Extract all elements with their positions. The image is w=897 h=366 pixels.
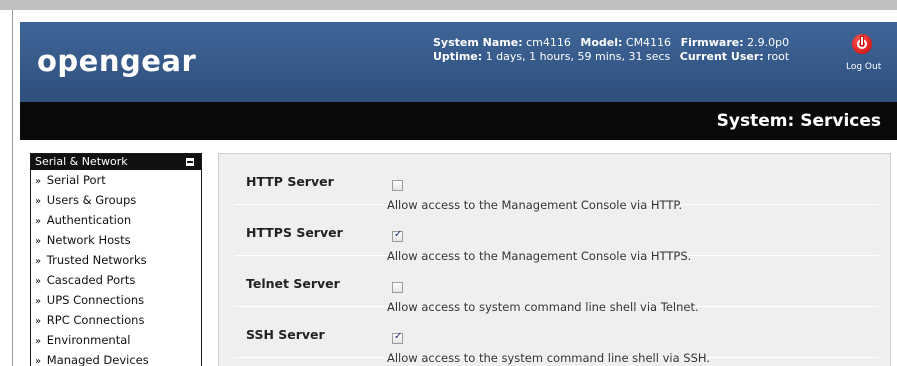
- sidebar: Serial & Network » Serial Port » Users &…: [30, 153, 202, 366]
- system-name-value: cm4116: [526, 36, 571, 49]
- sidebar-item-label: Trusted Networks: [46, 253, 147, 267]
- uptime-value: 1 days, 1 hours, 59 mins, 31 secs: [485, 50, 671, 63]
- arrow-icon: »: [35, 336, 42, 347]
- https-server-checkbox[interactable]: [392, 229, 403, 242]
- sidebar-item-ups-connections[interactable]: » UPS Connections: [31, 290, 201, 310]
- arrow-icon: »: [35, 256, 42, 267]
- current-user-label: Current User:: [679, 50, 764, 63]
- sidebar-item-users-groups[interactable]: » Users & Groups: [31, 190, 201, 210]
- collapse-icon[interactable]: [186, 158, 194, 166]
- sidebar-item-label: RPC Connections: [46, 313, 145, 327]
- arrow-icon: »: [35, 216, 42, 227]
- sidebar-item-label: Serial Port: [46, 173, 106, 187]
- arrow-icon: »: [35, 176, 42, 187]
- service-label: HTTP Server: [246, 174, 334, 189]
- model-label: Model:: [580, 36, 623, 49]
- sidebar-item-label: Cascaded Ports: [46, 273, 136, 287]
- system-info: System Name: cm4116 Model: CM4116 Firmwa…: [433, 36, 789, 64]
- service-label: Telnet Server: [246, 276, 340, 291]
- arrow-icon: »: [35, 316, 42, 327]
- title-bar: System: Services: [20, 102, 897, 140]
- system-info-line-2: Uptime: 1 days, 1 hours, 59 mins, 31 sec…: [433, 50, 789, 64]
- sidebar-item-cascaded-ports[interactable]: » Cascaded Ports: [31, 270, 201, 290]
- sidebar-section-header[interactable]: Serial & Network: [31, 154, 201, 170]
- model-value: CM4116: [625, 36, 672, 49]
- sidebar-item-authentication[interactable]: » Authentication: [31, 210, 201, 230]
- system-name-label: System Name:: [433, 36, 523, 49]
- sidebar-item-label: Authentication: [46, 213, 132, 227]
- firmware-value: 2.9.0p0: [747, 36, 790, 49]
- sidebar-item-trusted-networks[interactable]: » Trusted Networks: [31, 250, 201, 270]
- sidebar-menu: » Serial Port » Users & Groups » Authent…: [31, 170, 201, 366]
- service-label: HTTPS Server: [246, 225, 343, 240]
- sidebar-item-label: Network Hosts: [46, 233, 131, 247]
- arrow-icon: »: [35, 196, 42, 207]
- sidebar-item-serial-port[interactable]: » Serial Port: [31, 170, 201, 190]
- arrow-icon: »: [35, 356, 42, 366]
- arrow-icon: »: [35, 296, 42, 307]
- browser-top-strip: [0, 0, 897, 10]
- system-info-line-1: System Name: cm4116 Model: CM4116 Firmwa…: [433, 36, 789, 50]
- sidebar-item-label: Users & Groups: [46, 193, 137, 207]
- current-user-value: root: [767, 50, 790, 63]
- arrow-icon: »: [35, 276, 42, 287]
- sidebar-item-environmental[interactable]: » Environmental: [31, 330, 201, 350]
- service-label: SSH Server: [246, 327, 325, 342]
- http-server-checkbox[interactable]: [392, 180, 403, 191]
- services-panel: HTTP Server Allow access to the Manageme…: [218, 153, 891, 366]
- service-row-https: HTTPS Server Allow access to the Managem…: [234, 205, 879, 263]
- opengear-logo: opengear: [37, 44, 197, 78]
- sidebar-item-network-hosts[interactable]: » Network Hosts: [31, 230, 201, 250]
- firmware-label: Firmware:: [680, 36, 744, 49]
- service-row-http: HTTP Server Allow access to the Manageme…: [234, 154, 879, 212]
- sidebar-section-title: Serial & Network: [35, 155, 128, 168]
- service-description: Allow access to the system command line …: [387, 351, 710, 365]
- sidebar-item-label: UPS Connections: [46, 293, 145, 307]
- sidebar-item-rpc-connections[interactable]: » RPC Connections: [31, 310, 201, 330]
- service-row-ssh: SSH Server Allow access to the system co…: [234, 307, 879, 365]
- uptime-label: Uptime:: [433, 50, 483, 63]
- sidebar-item-managed-devices[interactable]: » Managed Devices: [31, 350, 201, 366]
- power-icon[interactable]: [852, 34, 872, 54]
- logout-link[interactable]: Log Out: [846, 62, 881, 72]
- ssh-server-checkbox[interactable]: [392, 331, 403, 344]
- arrow-icon: »: [35, 236, 42, 247]
- service-row-telnet: Telnet Server Allow access to system com…: [234, 256, 879, 314]
- sidebar-item-label: Environmental: [46, 333, 131, 347]
- telnet-server-checkbox[interactable]: [392, 282, 403, 293]
- page-title: System: Services: [716, 111, 881, 131]
- sidebar-item-label: Managed Devices: [46, 353, 149, 366]
- header: opengear System Name: cm4116 Model: CM41…: [20, 22, 897, 102]
- power-icon-bar: [861, 37, 863, 45]
